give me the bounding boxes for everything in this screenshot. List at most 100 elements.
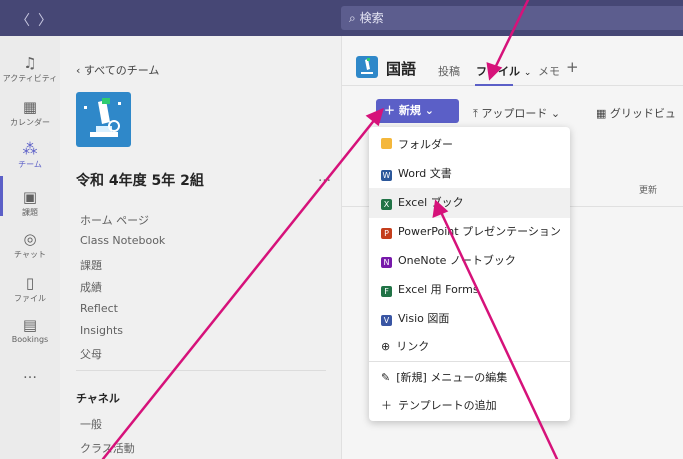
menu-item-label: フォルダー xyxy=(398,138,453,151)
rail-label: アクティビティ xyxy=(2,74,58,83)
rail-item-chat[interactable]: ◎ チャット xyxy=(0,230,60,260)
active-tab-indicator xyxy=(475,84,513,86)
menu-item-label: Excel 用 Forms xyxy=(398,283,479,296)
bell-icon: ♫ xyxy=(23,54,37,72)
team-link-reflect[interactable]: Reflect xyxy=(80,302,118,315)
menu-item-label: テンプレートの追加 xyxy=(398,399,497,412)
chevron-down-icon: ⌄ xyxy=(550,107,561,120)
app-rail: ♫ アクティビティ ▦ カレンダー ⁂ チーム ▣ 課題 ◎ チャット ▯ ファ… xyxy=(0,36,60,459)
channel-header: 国語 投稿 ファイル ⌄ メモ + xyxy=(342,36,683,86)
channel-logo-icon xyxy=(356,56,378,78)
powerpoint-icon: P xyxy=(381,228,392,239)
globe-icon: ⊕ xyxy=(381,340,391,353)
rail-item-activity[interactable]: ♫ アクティビティ xyxy=(0,54,60,84)
chat-icon: ◎ xyxy=(23,230,37,248)
all-teams-link[interactable]: ‹ すべてのチーム xyxy=(76,62,159,78)
upload-button[interactable]: ⤒ アップロード ⌄ xyxy=(473,105,560,121)
team-name: 令和 4年度 5年 2組 xyxy=(76,173,204,189)
rail-label: 課題 xyxy=(22,208,38,217)
rail-label: カレンダー xyxy=(10,118,50,127)
visio-icon: V xyxy=(381,315,392,326)
channels-heading: チャネル xyxy=(76,392,120,405)
assignments-icon: ▣ xyxy=(22,188,38,206)
team-link-home[interactable]: ホーム ページ xyxy=(80,212,149,228)
search-input[interactable]: ⌕ 検索 xyxy=(341,6,683,30)
microscope-small-icon xyxy=(361,58,373,74)
menu-item-label: OneNote ノートブック xyxy=(398,254,516,267)
team-logo xyxy=(76,92,131,147)
menu-item-label: リンク xyxy=(396,340,430,353)
menu-item-edit-new-menu[interactable]: ✎ [新規] メニューの編集 xyxy=(369,363,570,393)
plus-icon: ＋ xyxy=(384,104,399,117)
channel-class-activities[interactable]: クラス活動 xyxy=(80,440,135,456)
menu-item-excel-forms[interactable]: F Excel 用 Forms xyxy=(369,275,570,305)
more-icon: … xyxy=(23,366,37,382)
tab-notes[interactable]: メモ xyxy=(538,63,560,79)
menu-item-word[interactable]: W Word 文書 xyxy=(369,159,570,189)
microscope-icon xyxy=(84,98,121,137)
menu-item-label: Word 文書 xyxy=(398,167,452,180)
grid-view-button[interactable]: ▦ グリッドビュ xyxy=(596,105,676,121)
divider xyxy=(76,370,326,371)
upload-label: アップロード xyxy=(481,107,548,120)
team-link-parents[interactable]: 父母 xyxy=(80,346,102,362)
team-link-insights[interactable]: Insights xyxy=(80,324,123,337)
menu-item-add-template[interactable]: ＋ テンプレートの追加 xyxy=(369,391,570,421)
add-tab-button[interactable]: + xyxy=(566,58,579,76)
teams-icon: ⁂ xyxy=(22,140,38,158)
menu-item-label: [新規] メニューの編集 xyxy=(396,371,508,384)
menu-item-label: Visio 図面 xyxy=(398,312,450,325)
grid-view-label: グリッドビュ xyxy=(609,107,676,120)
forward-arrow-icon[interactable]: 〉 xyxy=(38,10,52,30)
plus-icon: ＋ xyxy=(381,399,392,412)
grid-icon: ▦ xyxy=(596,107,610,120)
new-button[interactable]: ＋ 新規 ⌄ xyxy=(376,99,459,123)
channel-general[interactable]: 一般 xyxy=(80,416,102,432)
files-toolbar: ＋ 新規 ⌄ ⤒ アップロード ⌄ ▦ グリッドビュ xyxy=(342,94,683,126)
pencil-icon: ✎ xyxy=(381,371,391,384)
rail-item-more[interactable]: … xyxy=(0,366,60,382)
menu-item-excel[interactable]: X Excel ブック xyxy=(369,188,570,218)
menu-item-folder[interactable]: フォルダー xyxy=(369,130,570,160)
rail-item-teams[interactable]: ⁂ チーム xyxy=(0,140,60,170)
rail-item-bookings[interactable]: ▤ Bookings xyxy=(0,316,60,344)
team-link-grades[interactable]: 成績 xyxy=(80,279,102,295)
team-link-assignments[interactable]: 課題 xyxy=(80,257,102,273)
chevron-down-icon: ⌄ xyxy=(424,104,434,117)
file-icon: ▯ xyxy=(25,274,35,292)
menu-item-onenote[interactable]: N OneNote ノートブック xyxy=(369,246,570,276)
more-options-icon[interactable]: … xyxy=(318,170,331,185)
onenote-icon: N xyxy=(381,257,392,268)
menu-item-link[interactable]: ⊕ リンク xyxy=(369,332,570,362)
search-icon: ⌕ xyxy=(349,11,356,25)
menu-item-powerpoint[interactable]: P PowerPoint プレゼンテーション xyxy=(369,217,570,247)
chevron-left-icon: ‹ xyxy=(76,64,84,77)
new-button-label: 新規 xyxy=(398,104,421,117)
rail-item-files[interactable]: ▯ ファイル xyxy=(0,274,60,304)
rail-label: チーム xyxy=(18,160,42,169)
rail-label: ファイル xyxy=(14,294,46,303)
rail-item-calendar[interactable]: ▦ カレンダー xyxy=(0,98,60,128)
tab-files[interactable]: ファイル ⌄ xyxy=(476,63,531,79)
rail-item-assignments[interactable]: ▣ 課題 xyxy=(0,188,60,218)
word-icon: W xyxy=(381,170,392,181)
all-teams-label: すべてのチーム xyxy=(83,64,160,77)
menu-item-label: PowerPoint プレゼンテーション xyxy=(398,225,561,238)
rail-label: Bookings xyxy=(11,335,49,344)
menu-item-label: Excel ブック xyxy=(398,196,464,209)
channel-name: 国語 xyxy=(386,60,417,78)
excel-icon: X xyxy=(381,199,392,210)
modified-column-header[interactable]: 更新 xyxy=(639,183,657,196)
calendar-icon: ▦ xyxy=(22,98,38,116)
tab-posts[interactable]: 投稿 xyxy=(438,63,460,79)
menu-divider xyxy=(369,361,570,362)
back-arrow-icon[interactable]: 〈 xyxy=(16,10,30,30)
new-dropdown-menu: フォルダー W Word 文書 X Excel ブック P PowerPoint プレ… xyxy=(369,127,570,421)
rail-label: チャット xyxy=(14,250,46,259)
chevron-down-icon: ⌄ xyxy=(523,68,532,78)
tab-files-label: ファイル xyxy=(476,65,520,78)
title-bar: 〈 〉 ⌕ 検索 xyxy=(0,0,683,36)
menu-item-visio[interactable]: V Visio 図面 xyxy=(369,304,570,334)
team-link-class-notebook[interactable]: Class Notebook xyxy=(80,234,165,247)
forms-icon: F xyxy=(381,286,392,297)
